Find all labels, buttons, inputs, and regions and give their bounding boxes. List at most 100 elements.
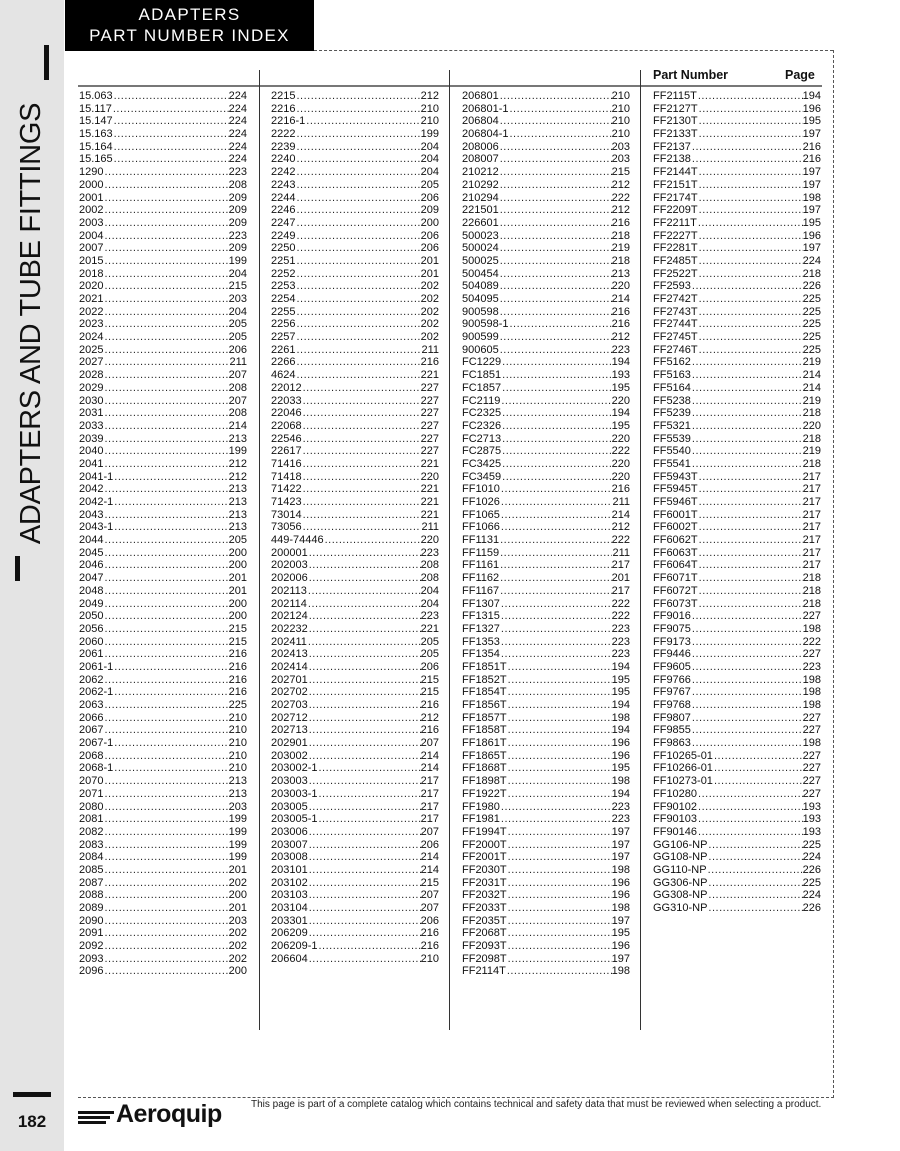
dot-leader (698, 813, 803, 826)
page-reference: 197 (802, 166, 821, 179)
page-reference: 220 (802, 419, 821, 432)
index-row: 2002 209 (79, 204, 247, 217)
part-number: FF5946T (653, 496, 698, 508)
index-row: FF1167 217 (462, 585, 630, 598)
dot-leader (699, 598, 803, 611)
index-row: 22617 227 (271, 445, 439, 458)
index-row: FF1868T 195 (462, 762, 630, 775)
part-number: FF1898T (462, 775, 507, 788)
dot-leader (104, 965, 228, 978)
dot-leader (104, 204, 228, 217)
part-number: 2061 (79, 648, 104, 661)
page-reference: 225 (802, 293, 821, 305)
dot-leader (708, 851, 802, 864)
page-reference: 216 (611, 483, 630, 496)
dot-leader (309, 889, 421, 902)
index-row: FF1066 212 (462, 521, 630, 534)
index-row: FF2127T 196 (653, 103, 821, 116)
index-row: 206804-1 210 (462, 128, 630, 141)
index-row: 2066 210 (79, 712, 247, 725)
index-row: 226601 216 (462, 217, 630, 230)
part-number: 2001 (79, 191, 104, 204)
index-row: FF90102 193 (653, 801, 821, 814)
page-reference: 215 (228, 280, 247, 293)
dot-leader (296, 356, 420, 369)
page-reference: 209 (420, 204, 439, 217)
part-number: 4624 (271, 369, 296, 382)
page-reference: 195 (611, 762, 630, 775)
dot-leader (114, 686, 228, 699)
page-reference: 217 (420, 800, 439, 813)
part-number: 2067-1 (79, 737, 114, 750)
index-row: FC3459 220 (462, 471, 630, 484)
dot-leader (104, 395, 228, 408)
dot-leader (296, 153, 420, 166)
part-number: FF1980 (462, 800, 500, 813)
page-reference: 207 (420, 737, 439, 750)
part-number: 208007 (462, 153, 499, 166)
part-number: 221501 (462, 204, 499, 217)
page-reference: 212 (611, 331, 630, 344)
part-number: FF5945T (653, 483, 698, 496)
dot-leader (500, 217, 612, 230)
page-reference: 202 (228, 952, 247, 965)
index-row: FF10273-01 227 (653, 775, 821, 788)
dot-leader (296, 179, 420, 192)
part-number: 210212 (462, 166, 499, 179)
part-number: GG306-NP (653, 876, 708, 889)
page-reference: 207 (228, 394, 247, 407)
part-number: FF2093T (462, 940, 507, 953)
part-number: 2043 (79, 508, 104, 521)
part-number: 2050 (79, 610, 104, 623)
page-reference: 195 (611, 419, 630, 432)
part-number: 2029 (79, 381, 104, 394)
index-row: 2007 209 (79, 242, 247, 255)
dot-leader (699, 521, 803, 534)
page-reference: 215 (228, 635, 247, 648)
page-reference: 205 (228, 534, 247, 547)
dot-leader (309, 559, 421, 572)
part-number: 2261 (271, 343, 296, 356)
part-number: 2266 (271, 356, 296, 369)
dot-leader (500, 547, 612, 560)
page-reference: 210 (228, 762, 247, 775)
part-number: 2025 (79, 343, 104, 356)
part-number: 202701 (271, 673, 308, 686)
part-number: 203003 (271, 775, 308, 788)
page-reference: 200 (228, 889, 247, 902)
index-row: FF6072T 218 (653, 585, 821, 598)
dot-leader (692, 661, 803, 674)
index-row: 202713 216 (271, 724, 439, 737)
part-number: 2082 (79, 825, 104, 838)
part-number: FC2875 (462, 445, 502, 458)
part-number: 2246 (271, 204, 296, 217)
dot-leader (104, 433, 228, 446)
page-reference: 215 (611, 166, 630, 179)
index-row: 203101 214 (271, 864, 439, 877)
part-number: FF1159 (462, 546, 500, 559)
index-row: FF1354 223 (462, 648, 630, 661)
page-number-bar (13, 1092, 51, 1097)
dot-leader (502, 369, 612, 382)
part-number: 2018 (79, 267, 104, 280)
part-number: 202411 (271, 635, 307, 648)
index-row: 2081 199 (79, 813, 247, 826)
header-rule (78, 85, 822, 87)
part-number: 504089 (462, 280, 499, 293)
page-reference: 196 (611, 737, 630, 750)
dot-leader (114, 90, 229, 103)
page-reference: 204 (420, 140, 439, 153)
dot-leader (699, 255, 803, 268)
page-reference: 206 (420, 838, 439, 851)
index-row: 2257 202 (271, 331, 439, 344)
part-number: FF2032T (462, 889, 507, 902)
page-reference: 207 (420, 902, 439, 914)
part-number: FF6063T (653, 546, 698, 559)
index-row: 2000 208 (79, 179, 247, 192)
page-reference: 222 (611, 610, 630, 623)
dot-leader (104, 610, 228, 623)
page-reference: 217 (802, 483, 821, 496)
part-number: FF2593 (653, 280, 691, 293)
dot-leader (296, 255, 420, 268)
page-reference: 197 (802, 242, 821, 255)
